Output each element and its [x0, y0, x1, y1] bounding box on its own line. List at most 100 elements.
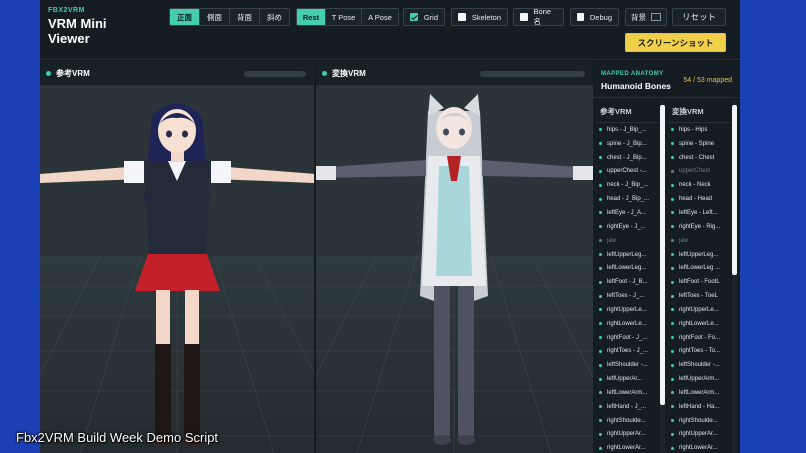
bone-list-item[interactable]: leftShoulder -...: [596, 358, 659, 372]
bone-list-item[interactable]: leftUpperLeg...: [596, 248, 659, 262]
converted-bone-list[interactable]: 変換VRM hips - Hips spine - Spine chest - Ch…: [668, 101, 731, 453]
bone-label: jaw: [679, 237, 689, 244]
bone-label: hips - J_Bip_...: [607, 126, 647, 133]
screenshot-button[interactable]: スクリーンショット: [625, 33, 726, 52]
bone-label: chest - Chest: [679, 154, 715, 161]
pose-t-button[interactable]: T Pose: [326, 9, 362, 25]
bone-label: rightEye - Rig...: [679, 223, 721, 230]
skeleton-checkbox[interactable]: [458, 13, 466, 21]
debug-toggle[interactable]: Debug: [570, 8, 619, 26]
reference-bone-list[interactable]: 参考VRM hips - J_Bip_... spine - J_Bip... ch…: [596, 101, 659, 453]
bone-list-item[interactable]: rightToes - To...: [668, 345, 731, 359]
bone-list-item[interactable]: spine - J_Bip...: [596, 137, 659, 151]
bone-list-item[interactable]: spine - Spine: [668, 137, 731, 151]
bone-list-item[interactable]: hips - J_Bip_...: [596, 123, 659, 137]
bone-name-toggle[interactable]: Bone名: [513, 7, 564, 26]
reference-list-scrollbar[interactable]: [660, 101, 665, 453]
bone-list-item[interactable]: leftEye - J_A...: [596, 206, 659, 220]
view-front-button[interactable]: 正面: [170, 9, 200, 25]
pose-rest-button[interactable]: Rest: [297, 9, 326, 25]
bone-list-item[interactable]: rightLowerLe...: [668, 317, 731, 331]
humanoid-bones-panel: MAPPED ANATOMY Humanoid Bones 54 / 53 ma…: [593, 61, 740, 453]
bone-label: rightLowerLe...: [607, 320, 647, 327]
bone-list-item[interactable]: rightEye - J_...: [596, 220, 659, 234]
bone-list-item[interactable]: neck - Neck: [668, 178, 731, 192]
bone-list-item[interactable]: rightUpperLe...: [596, 303, 659, 317]
converted-list-scrollbar[interactable]: [732, 101, 737, 453]
bone-list-item[interactable]: head - J_Bip_...: [596, 192, 659, 206]
bone-list-item[interactable]: rightToes - J_...: [596, 345, 659, 359]
bone-name-checkbox[interactable]: [520, 13, 528, 21]
debug-checkbox[interactable]: [577, 13, 584, 21]
skeleton-toggle[interactable]: Skeleton: [451, 8, 508, 26]
bone-list-item[interactable]: leftToes - J_...: [596, 289, 659, 303]
bone-list-item[interactable]: leftFoot - FootL: [668, 275, 731, 289]
mapping-status-dot: [599, 363, 602, 367]
bone-label: leftHand - Ha...: [679, 403, 720, 410]
grid-checkbox[interactable]: [410, 13, 418, 21]
bone-list-item[interactable]: leftFoot - J_B...: [596, 275, 659, 289]
converted-3d-scene[interactable]: [316, 86, 593, 453]
bone-list-item[interactable]: jaw: [668, 234, 731, 248]
bone-list-item[interactable]: leftLowerArm...: [668, 386, 731, 400]
reference-3d-scene[interactable]: [40, 86, 315, 453]
bone-list-item[interactable]: leftLowerArm...: [596, 386, 659, 400]
bone-list-item[interactable]: rightUpperLe...: [668, 303, 731, 317]
converted-list-scroll-thumb[interactable]: [732, 105, 737, 275]
bone-list-item[interactable]: hips - Hips: [668, 123, 731, 137]
bone-list-item[interactable]: leftToes - ToeL: [668, 289, 731, 303]
bone-list-item[interactable]: rightLowerLe...: [596, 317, 659, 331]
bone-list-item[interactable]: leftLowerLeg...: [596, 261, 659, 275]
bone-label: leftLowerArm...: [607, 389, 648, 396]
bone-list-item[interactable]: rightFoot - Fo...: [668, 331, 731, 345]
bone-label: head - Head: [679, 196, 713, 203]
bone-list-item[interactable]: rightUpperAr...: [668, 428, 731, 442]
bone-list-item[interactable]: chest - J_Bip...: [596, 151, 659, 165]
mapping-status-dot: [599, 142, 602, 146]
grid-label: Grid: [423, 12, 438, 22]
mapping-status-dot: [671, 280, 674, 284]
bone-list-item[interactable]: upperChest -...: [596, 165, 659, 179]
bone-list-item[interactable]: leftUpperArm...: [668, 372, 731, 386]
bone-list-item[interactable]: leftLowerLeg ...: [668, 261, 731, 275]
bone-list-item[interactable]: leftHand - Ha...: [668, 400, 731, 414]
bone-list-item[interactable]: leftEye - Left...: [668, 206, 731, 220]
bone-list-item[interactable]: rightLowerAr...: [596, 441, 659, 453]
view-back-button[interactable]: 背面: [230, 9, 260, 25]
bone-list-item[interactable]: rightShoulde...: [596, 414, 659, 428]
bone-list-item[interactable]: rightUpperAr...: [596, 428, 659, 442]
mapping-status-dot: [599, 239, 602, 243]
bone-list-item[interactable]: chest - Chest: [668, 151, 731, 165]
bone-list-item[interactable]: head - Head: [668, 192, 731, 206]
bone-list-item[interactable]: leftUpperLeg...: [668, 248, 731, 262]
bone-list-item[interactable]: rightShoulde...: [668, 414, 731, 428]
bone-list-item[interactable]: leftShoulder -...: [668, 358, 731, 372]
background-swatch[interactable]: [651, 13, 661, 21]
bone-list-item[interactable]: rightEye - Rig...: [668, 220, 731, 234]
vrm-viewer-app: FBX2VRM VRM Mini Viewer 正面 側面 背面 斜め Rest…: [40, 0, 740, 453]
bone-label: head - J_Bip_...: [607, 196, 650, 203]
view-side-button[interactable]: 側面: [200, 9, 230, 25]
grid-toggle[interactable]: Grid: [403, 8, 445, 26]
view-diagonal-button[interactable]: 斜め: [260, 9, 289, 25]
bone-label: leftShoulder -...: [607, 362, 648, 369]
background-color-picker[interactable]: 背景: [625, 8, 667, 26]
mapping-status-dot: [671, 419, 674, 423]
converted-viewport[interactable]: 変換VRM: [316, 61, 593, 453]
pose-a-button[interactable]: A Pose: [362, 9, 398, 25]
bone-list-item[interactable]: leftHand - J_...: [596, 400, 659, 414]
bone-list-item[interactable]: upperChest: [668, 165, 731, 179]
bone-label: neck - J_Bip_...: [607, 182, 649, 189]
bone-label: neck - Neck: [679, 182, 711, 189]
reference-viewport[interactable]: 参考VRM: [40, 61, 315, 453]
bone-label: leftFoot - J_B...: [607, 279, 648, 286]
bone-label: leftToes - ToeL: [679, 293, 718, 300]
reference-list-scroll-thumb[interactable]: [660, 105, 665, 405]
bone-list-item[interactable]: rightLowerAr...: [668, 441, 731, 453]
reset-button[interactable]: リセット: [672, 8, 726, 26]
bone-list-item[interactable]: neck - J_Bip_...: [596, 178, 659, 192]
mapping-status-dot: [671, 239, 674, 243]
bone-list-item[interactable]: rightFoot - J_...: [596, 331, 659, 345]
bone-list-item[interactable]: jaw: [596, 234, 659, 248]
bone-list-item[interactable]: leftUpperAr...: [596, 372, 659, 386]
